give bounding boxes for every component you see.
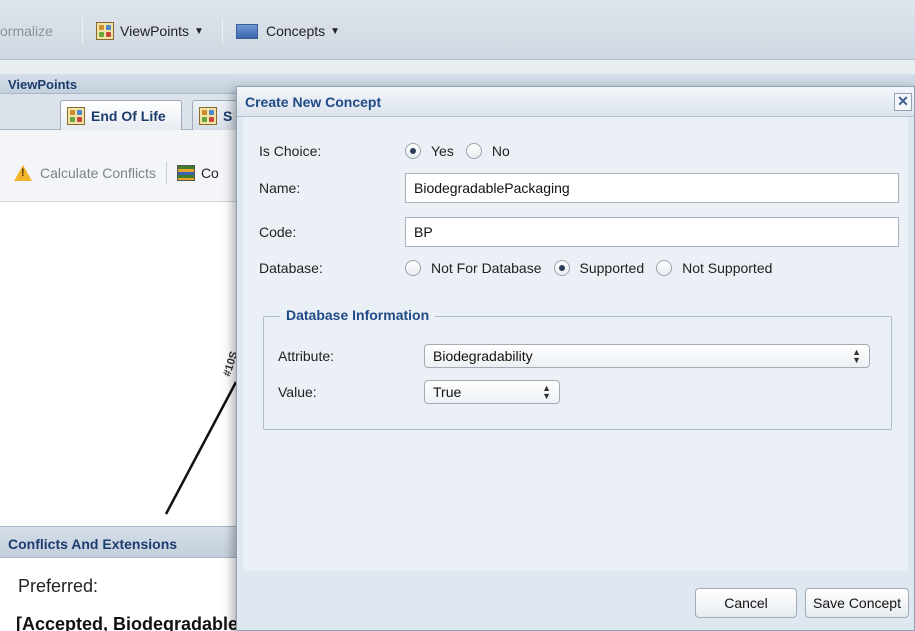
viewpoints-icon xyxy=(96,22,114,40)
attribute-label: Attribute: xyxy=(278,348,335,364)
is-choice-yes-label: Yes xyxy=(431,143,454,159)
value-label: Value: xyxy=(278,384,317,400)
attribute-select-value: Biodegradability xyxy=(433,348,533,364)
calculate-conflicts-button[interactable]: Calculate Conflicts xyxy=(40,165,156,181)
tab-end-of-life[interactable]: End Of Life xyxy=(60,100,182,130)
database-supported-label: Supported xyxy=(579,260,645,276)
concepts-menu-label: Concepts xyxy=(266,23,326,39)
is-choice-no-label: No xyxy=(491,143,510,159)
value-select[interactable]: True ▲ ▼ xyxy=(424,380,560,404)
tab-label: S xyxy=(223,107,233,124)
name-row: Name: xyxy=(259,173,899,203)
create-concept-dialog: Create New Concept ✕ Is Choice: Yes No N… xyxy=(236,86,915,631)
database-not-supported-label: Not Supported xyxy=(682,260,773,276)
select-arrows-icon: ▲ ▼ xyxy=(852,347,861,365)
caret-down-icon: ▼ xyxy=(194,25,204,37)
viewpoints-panel-title: ViewPoints xyxy=(8,77,78,92)
attribute-select[interactable]: Biodegradability ▲ ▼ xyxy=(424,344,870,368)
dialog-footer: Cancel Save Concept xyxy=(237,571,914,631)
is-choice-label: Is Choice: xyxy=(259,143,322,159)
preferred-label: Preferred: xyxy=(18,576,99,596)
formalize-button[interactable]: ormalize xyxy=(0,20,53,42)
second-tool-button[interactable]: Co xyxy=(201,165,219,181)
save-concept-button[interactable]: Save Concept xyxy=(805,588,909,618)
attribute-row: Attribute: Biodegradability ▲ ▼ xyxy=(278,344,870,368)
formalize-label: ormalize xyxy=(0,23,53,39)
toolbar-divider xyxy=(82,18,83,44)
layers-icon xyxy=(176,165,195,181)
dialog-header: Create New Concept ✕ xyxy=(237,87,914,117)
name-field[interactable] xyxy=(405,173,899,203)
dialog-body: Is Choice: Yes No Name: Code: Database: … xyxy=(243,117,908,571)
code-row: Code: xyxy=(259,217,899,247)
name-label: Name: xyxy=(259,180,301,196)
conflicts-panel-title: Conflicts And Extensions xyxy=(8,536,178,552)
select-arrows-icon: ▲ ▼ xyxy=(542,383,551,401)
code-field[interactable] xyxy=(405,217,899,247)
database-label: Database: xyxy=(259,260,323,276)
database-row: Database: Not For Database Supported Not… xyxy=(259,260,784,276)
viewpoints-menu-button[interactable]: ViewPoints ▼ xyxy=(96,20,204,42)
warning-icon xyxy=(14,165,32,181)
concepts-menu-button[interactable]: Concepts ▼ xyxy=(236,20,340,42)
viewpoint-tab-icon xyxy=(67,106,85,125)
top-toolbar: ormalize ViewPoints ▼ Concepts ▼ xyxy=(0,0,915,60)
cancel-button[interactable]: Cancel xyxy=(695,588,797,618)
toolbar-divider xyxy=(222,18,223,44)
diagram-edge[interactable] xyxy=(164,381,238,515)
toolbar-spacer xyxy=(0,60,915,74)
value-row: Value: True ▲ ▼ xyxy=(278,380,560,404)
database-not-for-database-radio[interactable] xyxy=(405,260,421,276)
database-not-for-database-label: Not For Database xyxy=(431,260,542,276)
viewpoint-tab-icon xyxy=(199,106,217,125)
concepts-icon xyxy=(236,23,258,39)
viewpoints-menu-label: ViewPoints xyxy=(120,23,190,39)
caret-down-icon: ▼ xyxy=(330,25,341,37)
tab-label: End Of Life xyxy=(91,107,166,124)
code-label: Code: xyxy=(259,224,297,240)
subtoolbar-divider xyxy=(165,162,167,184)
database-supported-radio[interactable] xyxy=(553,260,570,276)
close-icon[interactable]: ✕ xyxy=(894,93,912,111)
dialog-title: Create New Concept xyxy=(245,94,382,110)
database-information-fieldset: Database Information Attribute: Biodegra… xyxy=(263,307,892,430)
is-choice-row: Is Choice: Yes No xyxy=(259,143,522,159)
value-select-value: True xyxy=(433,384,462,400)
is-choice-no-radio[interactable] xyxy=(465,143,482,159)
database-not-supported-radio[interactable] xyxy=(656,260,673,276)
is-choice-yes-radio[interactable] xyxy=(405,143,421,159)
database-information-legend: Database Information xyxy=(280,307,436,323)
